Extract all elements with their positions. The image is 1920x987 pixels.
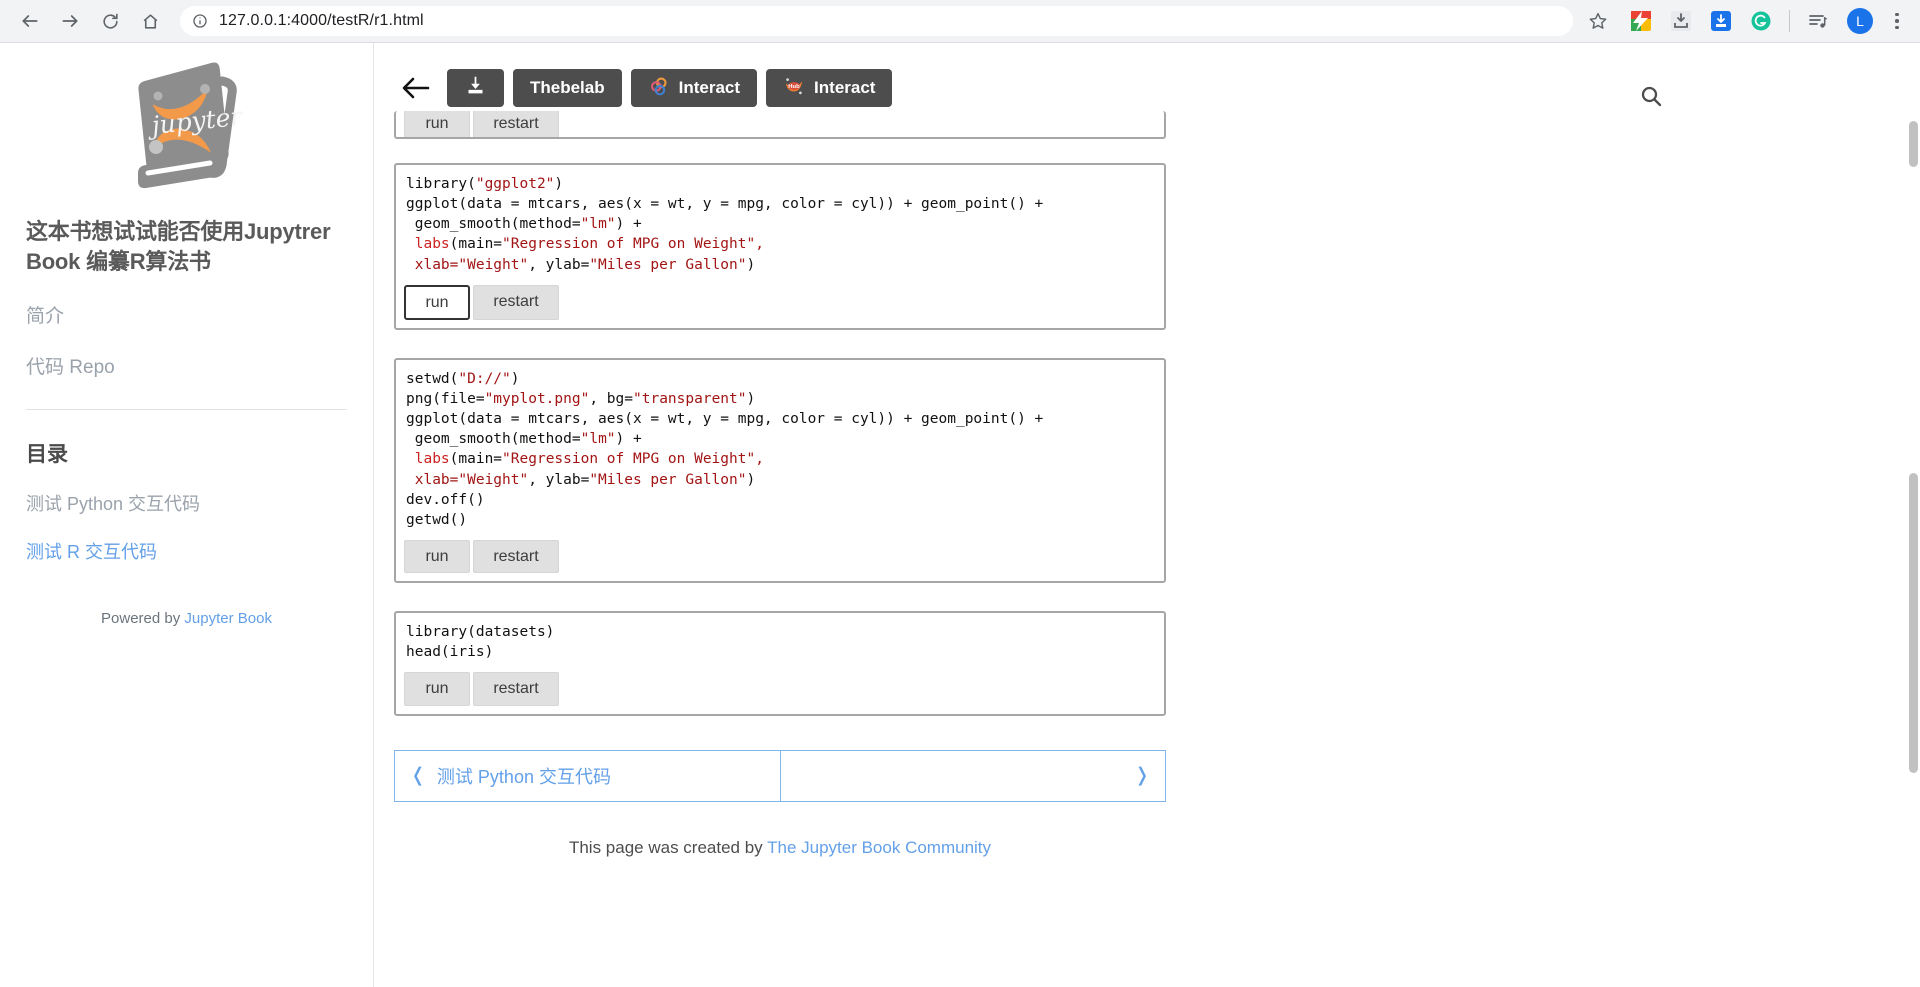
logo-container: jupyter [26,43,347,193]
run-button[interactable]: run [404,540,470,574]
prev-page-label: 测试 Python 交互代码 [436,766,611,787]
thebelab-label: Thebelab [530,78,605,97]
binder-icon [648,75,670,102]
code-text[interactable]: library("ggplot2") ggplot(data = mtcars,… [402,174,1158,275]
page-scrollbar[interactable] [1907,43,1920,987]
page-footer: This page was created by The Jupyter Boo… [394,838,1166,858]
run-button[interactable]: run [404,111,470,137]
sidebar: jupyter 这本书想试试能否使用Jupytrer Book 编纂R算法书 简… [0,43,374,987]
home-icon[interactable] [133,4,167,38]
next-page-link[interactable]: ❭ [780,749,1166,802]
svg-text:Hub: Hub [788,84,800,90]
jupyterhub-interact-button[interactable]: Hub Interact [766,69,893,107]
back-to-top-icon[interactable] [394,68,438,108]
extension-icons [1621,10,1838,32]
reload-icon[interactable] [93,4,127,38]
search-icon[interactable] [1634,79,1668,113]
sidebar-divider [26,409,347,411]
prev-page-link[interactable]: ❬ 测试 Python 交互代码 [394,749,781,802]
sidebar-link-repo[interactable]: 代码 Repo [26,357,347,380]
toolbar-divider [1789,10,1790,32]
code-cell-clipped: run restart [394,111,1166,139]
sidebar-link-intro[interactable]: 简介 [26,306,347,329]
download-extension-icon[interactable] [1671,11,1691,31]
grammarly-extension-icon[interactable] [1751,11,1771,31]
page-body: jupyter 这本书想试试能否使用Jupytrer Book 编纂R算法书 简… [0,43,1920,987]
colorful-extension-icon[interactable] [1631,11,1651,31]
code-cell-ggplot: library("ggplot2") ggplot(data = mtcars,… [394,163,1166,330]
chevron-left-icon: ❬ [410,765,426,787]
chevron-right-icon: ❭ [1134,765,1150,787]
jupyter-book-logo: jupyter [137,62,245,189]
site-title: 这本书想试试能否使用Jupytrer Book 编纂R算法书 [26,219,331,275]
powered-by-prefix: Powered by [101,609,185,627]
page-info-icon[interactable] [192,13,208,29]
bookmark-star-icon[interactable] [1581,6,1615,36]
restart-button[interactable]: restart [473,284,559,320]
url-text: 127.0.0.1:4000/testR/r1.html [219,12,424,29]
pagination: ❬ 测试 Python 交互代码 ❭ [394,749,1166,802]
download-button[interactable] [447,69,504,107]
content-area: run restart library("ggplot2") ggplot(da… [374,111,1920,858]
run-button[interactable]: run [404,284,470,320]
forward-arrow-icon[interactable] [53,4,87,38]
save-page-extension-icon[interactable] [1711,11,1731,31]
restart-button[interactable]: restart [473,540,559,574]
toc-item-python[interactable]: 测试 Python 交互代码 [26,494,347,516]
run-button[interactable]: run [404,672,470,706]
hub-interact-label: Interact [814,78,876,97]
chrome-menu-icon[interactable] [1886,12,1908,30]
code-text[interactable]: library(datasets) head(iris) [402,622,1158,662]
code-cell-iris: library(datasets) head(iris) run restart [394,611,1166,716]
avatar[interactable]: L [1847,8,1873,34]
powered-by-link[interactable]: Jupyter Book [184,610,272,627]
code-cell-png-export: setwd("D://") png(file="myplot.png", bg=… [394,357,1166,584]
footer-link[interactable]: The Jupyter Book Community [767,838,991,857]
powered-by: Powered by Jupyter Book [26,610,347,627]
binder-interact-label: Interact [678,78,741,97]
footer-prefix: This page was created by [568,837,768,857]
download-icon [465,75,486,101]
toc-heading: 目录 [26,443,68,467]
thebelab-button[interactable]: Thebelab [513,69,622,107]
restart-button[interactable]: restart [473,111,559,137]
browser-toolbar: 127.0.0.1:4000/testR/r1.html L [0,0,1920,43]
playlist-extension-icon[interactable] [1808,11,1828,31]
page-toolbar: Thebelab Interact Hub Interact [374,43,1920,111]
code-cells: run restart library("ggplot2") ggplot(da… [394,111,1166,716]
address-bar[interactable]: 127.0.0.1:4000/testR/r1.html [180,6,1573,36]
back-arrow-icon[interactable] [13,4,47,38]
restart-button[interactable]: restart [473,672,559,706]
scrollbar-thumb[interactable] [1909,473,1918,773]
binder-interact-button[interactable]: Interact [630,69,758,107]
main-content: Thebelab Interact Hub Interact run resta… [374,43,1920,987]
code-text[interactable]: setwd("D://") png(file="myplot.png", bg=… [402,369,1158,530]
scrollbar-thumb-top[interactable] [1909,121,1918,167]
jupyterhub-icon: Hub [783,75,805,102]
toc-item-r[interactable]: 测试 R 交互代码 [26,542,347,564]
